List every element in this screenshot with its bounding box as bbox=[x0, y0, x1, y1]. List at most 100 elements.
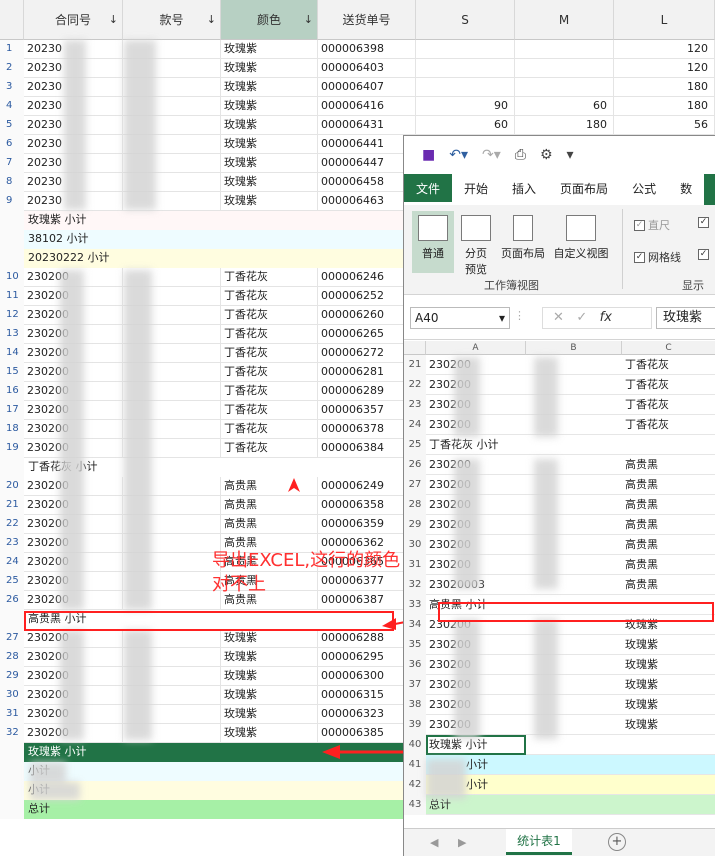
cell-n[interactable]: 28 bbox=[0, 648, 24, 667]
row-number[interactable]: 39 bbox=[404, 715, 426, 735]
cell-color[interactable]: 丁香花灰 bbox=[221, 363, 318, 382]
cell-c[interactable] bbox=[622, 735, 715, 755]
headings-checkbox[interactable]: ✓ bbox=[698, 249, 709, 260]
cell-m[interactable] bbox=[515, 59, 614, 78]
cell-delivery[interactable]: 000006377 bbox=[318, 572, 416, 591]
row-number[interactable]: 28 bbox=[404, 495, 426, 515]
cell-n[interactable]: 21 bbox=[0, 496, 24, 515]
row-number[interactable]: 30 bbox=[404, 535, 426, 555]
page-break-button[interactable]: 分页 预览 bbox=[458, 215, 494, 277]
row-number[interactable]: 40 bbox=[404, 735, 426, 755]
cell-c[interactable]: 丁香花灰 bbox=[622, 415, 715, 435]
cell-s[interactable] bbox=[416, 40, 515, 59]
cell-color[interactable]: 玫瑰紫 bbox=[221, 686, 318, 705]
normal-view-button[interactable]: 普通 bbox=[412, 211, 454, 273]
cell-delivery[interactable]: 000006387 bbox=[318, 591, 416, 610]
cell-c[interactable]: 高贵黑 bbox=[622, 555, 715, 575]
cell-delivery[interactable]: 000006384 bbox=[318, 439, 416, 458]
cell-n[interactable]: 3 bbox=[0, 78, 24, 97]
sheet-row[interactable]: 23 230200 丁香花灰 bbox=[404, 395, 715, 415]
col-header-c[interactable]: C bbox=[622, 341, 715, 355]
corner-cell[interactable] bbox=[0, 0, 24, 40]
cell-a[interactable]: 丁香花灰 小计 bbox=[426, 435, 626, 455]
sheet-row[interactable]: 29 230200 高贵黑 bbox=[404, 515, 715, 535]
print-preview-icon[interactable]: ⎙ bbox=[515, 147, 526, 163]
row-number[interactable]: 34 bbox=[404, 615, 426, 635]
sheet-row[interactable]: 22 230200 丁香花灰 bbox=[404, 375, 715, 395]
cell-delivery[interactable]: 000006252 bbox=[318, 287, 416, 306]
table-row[interactable]: 5 20230 玫瑰紫 000006431 60 180 56 bbox=[0, 116, 715, 135]
cell-n[interactable]: 23 bbox=[0, 534, 24, 553]
cell-n[interactable]: 13 bbox=[0, 325, 24, 344]
cell-delivery[interactable]: 000006272 bbox=[318, 344, 416, 363]
cell-n[interactable]: 10 bbox=[0, 268, 24, 287]
cell-color[interactable]: 玫瑰紫 bbox=[221, 173, 318, 192]
cell-c[interactable]: 高贵黑 bbox=[622, 535, 715, 555]
cell-delivery[interactable]: 000006416 bbox=[318, 97, 416, 116]
cell-n[interactable]: 14 bbox=[0, 344, 24, 363]
corner-cell[interactable] bbox=[404, 341, 426, 355]
cell-delivery[interactable]: 000006447 bbox=[318, 154, 416, 173]
sheet-row[interactable]: 28 230200 高贵黑 bbox=[404, 495, 715, 515]
cell-color[interactable]: 玫瑰紫 bbox=[221, 59, 318, 78]
cell-s[interactable]: 90 bbox=[416, 97, 515, 116]
row-number[interactable]: 33 bbox=[404, 595, 426, 615]
header-l[interactable]: L bbox=[614, 0, 715, 40]
cell-color[interactable]: 玫瑰紫 bbox=[221, 116, 318, 135]
cell-n[interactable]: 12 bbox=[0, 306, 24, 325]
cell-c[interactable]: 高贵黑 bbox=[622, 495, 715, 515]
cell-c[interactable]: 玫瑰紫 bbox=[622, 655, 715, 675]
cell-color[interactable]: 高贵黑 bbox=[221, 477, 318, 496]
cell-delivery[interactable]: 000006300 bbox=[318, 667, 416, 686]
cell-color[interactable]: 玫瑰紫 bbox=[221, 192, 318, 211]
cell-delivery[interactable]: 000006288 bbox=[318, 629, 416, 648]
gridlines-checkbox[interactable]: ✓ 网格线 bbox=[634, 249, 681, 265]
row-number[interactable]: 42 bbox=[404, 775, 426, 795]
save-icon[interactable]: ■ bbox=[422, 147, 435, 163]
cell-n[interactable]: 30 bbox=[0, 686, 24, 705]
sheet-row[interactable]: 26 230200 高贵黑 bbox=[404, 455, 715, 475]
cell-delivery[interactable]: 000006398 bbox=[318, 40, 416, 59]
row-number[interactable]: 21 bbox=[404, 355, 426, 375]
sort-icon[interactable]: ↓ bbox=[109, 13, 118, 26]
prev-sheet-icon[interactable]: ◀ bbox=[430, 836, 438, 849]
cell-c[interactable] bbox=[622, 435, 715, 455]
cell-n[interactable]: 17 bbox=[0, 401, 24, 420]
cell-l[interactable]: 56 bbox=[614, 116, 715, 135]
row-number[interactable]: 32 bbox=[404, 575, 426, 595]
custom-view-button[interactable]: 自定义视图 bbox=[550, 215, 612, 261]
cell-c[interactable]: 高贵黑 bbox=[622, 455, 715, 475]
row-number[interactable]: 26 bbox=[404, 455, 426, 475]
cell-n[interactable]: 20 bbox=[0, 477, 24, 496]
cell-c[interactable] bbox=[622, 775, 715, 795]
cell-c[interactable]: 玫瑰紫 bbox=[622, 715, 715, 735]
sheet-row[interactable]: 38 230200 玫瑰紫 bbox=[404, 695, 715, 715]
cell-delivery[interactable]: 000006260 bbox=[318, 306, 416, 325]
cell-delivery[interactable]: 000006295 bbox=[318, 648, 416, 667]
cell-n[interactable]: 25 bbox=[0, 572, 24, 591]
cell-color[interactable]: 丁香花灰 bbox=[221, 306, 318, 325]
cell-delivery[interactable]: 000006403 bbox=[318, 59, 416, 78]
cell-m[interactable] bbox=[515, 78, 614, 97]
cell-n[interactable]: 18 bbox=[0, 420, 24, 439]
cell-c[interactable]: 丁香花灰 bbox=[622, 375, 715, 395]
sheet-row[interactable]: 36 230200 玫瑰紫 bbox=[404, 655, 715, 675]
cell-l[interactable]: 120 bbox=[614, 59, 715, 78]
cell-color[interactable]: 高贵黑 bbox=[221, 496, 318, 515]
cell-n[interactable]: 26 bbox=[0, 591, 24, 610]
cell-m[interactable]: 180 bbox=[515, 116, 614, 135]
cell-color[interactable]: 丁香花灰 bbox=[221, 344, 318, 363]
cell-s[interactable] bbox=[416, 78, 515, 97]
row-number[interactable]: 23 bbox=[404, 395, 426, 415]
row-number[interactable]: 43 bbox=[404, 795, 426, 815]
sort-icon[interactable]: ↓ bbox=[207, 13, 216, 26]
sheet-row[interactable]: 21 230200 丁香花灰 bbox=[404, 355, 715, 375]
cell-n[interactable]: 31 bbox=[0, 705, 24, 724]
cell-color[interactable]: 玫瑰紫 bbox=[221, 724, 318, 743]
cell-c[interactable]: 丁香花灰 bbox=[622, 395, 715, 415]
cell-s[interactable] bbox=[416, 59, 515, 78]
row-number[interactable]: 31 bbox=[404, 555, 426, 575]
cell-n[interactable]: 19 bbox=[0, 439, 24, 458]
sheet-row[interactable]: 31 230200 高贵黑 bbox=[404, 555, 715, 575]
col-header-b[interactable]: B bbox=[526, 341, 622, 355]
